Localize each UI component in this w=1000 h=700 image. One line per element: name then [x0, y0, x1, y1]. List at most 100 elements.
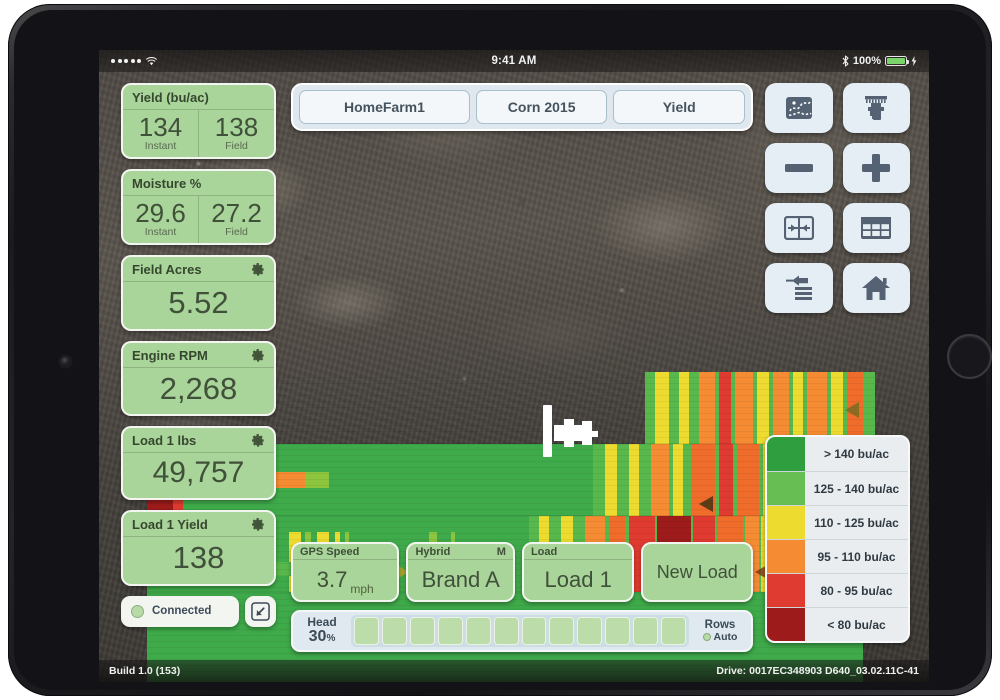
connection-indicator-icon: [131, 604, 144, 618]
legend-swatch: [767, 472, 805, 505]
tablet-frame: 9:41 AM 100% Yield (bu/ac) 134 Instant 1…: [8, 4, 992, 696]
load-card[interactable]: Load Load 1: [521, 542, 635, 602]
metric-field: 138 Field: [198, 110, 274, 158]
row-segment[interactable]: [354, 617, 379, 645]
load-value: Load 1: [544, 567, 612, 592]
legend-label: 110 - 125 bu/ac: [814, 515, 899, 530]
metric-card-header: Field Acres: [123, 257, 274, 283]
metric-title: Engine RPM: [132, 347, 208, 363]
home-nav-button[interactable]: [842, 263, 910, 313]
connection-status[interactable]: Connected: [121, 595, 239, 627]
log-button[interactable]: [765, 263, 833, 313]
hybrid-title: Hybrid: [415, 546, 451, 558]
gear-icon[interactable]: [252, 263, 265, 276]
metric-card-load1-lbs[interactable]: Load 1 lbs 49,757: [121, 426, 276, 501]
gps-speed-card[interactable]: GPS Speed 3.7 mph: [291, 542, 400, 602]
metric-value: 49,757: [152, 456, 245, 490]
rows-mode-row: Auto: [692, 631, 748, 643]
zoom-in-button[interactable]: [842, 143, 910, 193]
field-boundary-icon: [785, 97, 812, 119]
legend-row[interactable]: 110 - 125 bu/ac: [767, 505, 908, 539]
field-boundary-button[interactable]: [765, 83, 833, 133]
row-segment[interactable]: [521, 617, 547, 645]
metric-value: 29.6: [135, 198, 186, 229]
legend-swatch: [767, 608, 805, 641]
metric-body: 138: [123, 537, 274, 583]
undo-list-icon: [785, 275, 812, 300]
bottom-control-bar: GPS Speed 3.7 mph Hybrid M Brand A Load …: [291, 542, 753, 652]
home-button[interactable]: [947, 334, 992, 379]
expand-button[interactable]: [245, 595, 276, 627]
metric-value: 2,268: [159, 370, 238, 406]
metric-card-load1-yield[interactable]: Load 1 Yield 138: [121, 510, 276, 586]
row-segment[interactable]: [577, 617, 603, 645]
metric-card-yield[interactable]: Yield (bu/ac) 134 Instant 138 Field: [121, 83, 276, 160]
screen: 9:41 AM 100% Yield (bu/ac) 134 Instant 1…: [99, 50, 929, 682]
card-body: Load 1: [524, 560, 633, 600]
rows-mode-label: Auto: [713, 631, 738, 644]
gear-icon[interactable]: [252, 434, 265, 447]
row-segment[interactable]: [661, 617, 687, 645]
breadcrumb-layer[interactable]: Yield: [613, 90, 745, 124]
breadcrumb: HomeFarm1 Corn 2015 Yield: [291, 83, 753, 131]
hybrid-value: Brand A: [421, 567, 500, 592]
metric-card-header: Engine RPM: [123, 343, 274, 368]
yield-legend: > 140 bu/ac 125 - 140 bu/ac 110 - 125 bu…: [765, 435, 910, 643]
new-load-button[interactable]: New Load: [641, 542, 753, 602]
metric-card-engine-rpm[interactable]: Engine RPM 2,268: [121, 340, 276, 417]
legend-label: 125 - 140 bu/ac: [813, 481, 900, 496]
row-segment[interactable]: [605, 617, 631, 645]
metrics-sidebar: Yield (bu/ac) 134 Instant 138 Field Mois…: [121, 83, 276, 627]
gps-speed-title: GPS Speed: [300, 546, 360, 558]
build-version: Build 1.0 (153): [109, 665, 181, 677]
rows-mode[interactable]: Rows Auto: [692, 615, 748, 647]
legend-label: > 140 bu/ac: [823, 447, 890, 461]
metric-body: 2,268: [123, 368, 274, 414]
row-segment[interactable]: [409, 617, 435, 645]
row-segment[interactable]: [549, 617, 575, 645]
metric-card-header: Load 1 lbs: [123, 428, 274, 454]
breadcrumb-farm[interactable]: HomeFarm1: [299, 90, 470, 124]
card-header: Load: [523, 544, 633, 560]
metric-card-moisture[interactable]: Moisture % 29.6 Instant 27.2 Field: [121, 169, 276, 246]
metric-card-field-acres[interactable]: Field Acres 5.52: [121, 255, 276, 331]
legend-row[interactable]: 125 - 140 bu/ac: [767, 471, 908, 505]
metric-body: 49,757: [123, 453, 274, 498]
row-segment[interactable]: [493, 617, 519, 645]
connection-label: Connected: [152, 605, 212, 618]
row-segment[interactable]: [465, 617, 491, 645]
legend-row[interactable]: 80 - 95 bu/ac: [767, 573, 908, 607]
row-segments[interactable]: [351, 615, 689, 647]
load-title: Load: [530, 546, 558, 558]
gps-speed-value: 3.7: [316, 567, 348, 592]
header-height-indicator[interactable]: Head 30%: [296, 615, 348, 647]
row-segment[interactable]: [633, 617, 659, 645]
legend-row[interactable]: > 140 bu/ac: [767, 437, 908, 471]
hybrid-card[interactable]: Hybrid M Brand A: [406, 542, 515, 602]
split-view-button[interactable]: [765, 203, 833, 253]
header-value: 30: [308, 627, 327, 645]
legend-row[interactable]: 95 - 110 bu/ac: [767, 539, 908, 573]
metric-card-header: Yield (bu/ac): [123, 85, 274, 110]
row-segment[interactable]: [381, 617, 407, 645]
table-view-button[interactable]: [842, 203, 910, 253]
gear-icon[interactable]: [252, 348, 265, 362]
status-time: 9:41 AM: [491, 55, 537, 67]
legend-swatch: [767, 540, 805, 573]
zoom-out-button[interactable]: [765, 143, 833, 193]
breadcrumb-field[interactable]: Corn 2015: [475, 90, 608, 124]
drive-info: Drive: 0017EC348903 D640_03.02.11C-41: [716, 665, 919, 677]
metric-value: 138: [172, 540, 225, 576]
card-body: 3.7 mph: [293, 560, 397, 600]
header-unit: %: [326, 632, 336, 644]
legend-label: 95 - 110 bu/ac: [817, 549, 896, 564]
metric-value: 138: [214, 112, 259, 142]
connection-row: Connected: [121, 595, 276, 627]
row-segment[interactable]: [437, 617, 463, 645]
metric-card-header: Moisture %: [123, 171, 274, 197]
machine-button[interactable]: [842, 83, 910, 133]
build-info-bar: Build 1.0 (153) Drive: 0017EC348903 D640…: [99, 660, 929, 682]
legend-row[interactable]: < 80 bu/ac: [767, 607, 908, 641]
gear-icon[interactable]: [252, 518, 265, 532]
header-rows-bar: Head 30% Rows Auto: [291, 610, 753, 652]
